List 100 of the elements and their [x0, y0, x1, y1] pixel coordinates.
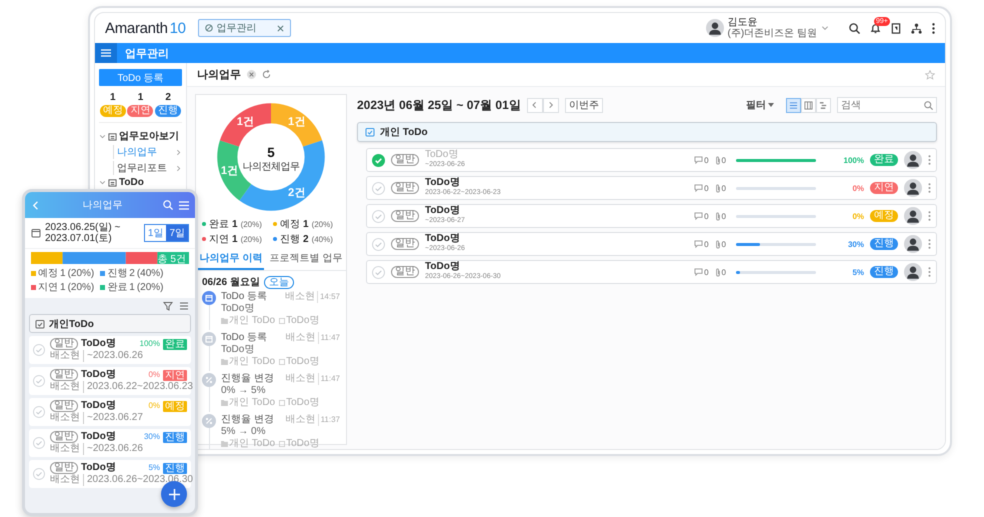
- type-badge: 일반: [391, 154, 419, 166]
- author-name: 배소현: [50, 443, 84, 455]
- activity-time: 14:57: [316, 291, 340, 303]
- legend-percent: (20%): [68, 282, 94, 292]
- search-field[interactable]: 검색: [837, 97, 937, 113]
- comment-icon: [694, 212, 704, 220]
- type-badge: 일반: [50, 431, 78, 443]
- logo-version: 10: [170, 20, 186, 36]
- next-button[interactable]: [542, 98, 559, 112]
- avatar-icon: [904, 179, 922, 197]
- comment-count: 0: [704, 156, 709, 164]
- refresh-icon[interactable]: [262, 70, 271, 79]
- group-header[interactable]: 개인ToDo: [29, 314, 191, 333]
- legend-count: 1: [303, 218, 309, 230]
- status-badge: 예정: [163, 400, 187, 412]
- check-circle-icon[interactable]: [372, 154, 385, 166]
- progress-percent: 0%: [148, 369, 160, 381]
- menu-button[interactable]: [95, 43, 117, 63]
- author-name: 배소현: [50, 412, 84, 424]
- close-icon[interactable]: [276, 24, 284, 32]
- legend-count: 1: [232, 234, 238, 244]
- chevron-icon: [175, 164, 182, 172]
- check-circle-icon[interactable]: [33, 437, 45, 449]
- search-icon[interactable]: [849, 22, 860, 34]
- group-header[interactable]: 개인 ToDo: [357, 122, 937, 142]
- check-circle-icon[interactable]: [33, 468, 45, 480]
- menu-icon[interactable]: [179, 200, 189, 210]
- status-badge: 예정: [870, 210, 898, 222]
- slice-label: 1건: [288, 116, 306, 128]
- activity-title: 진행율 변경: [221, 373, 274, 385]
- close-icon[interactable]: [247, 70, 256, 79]
- range-toggle[interactable]: 7일: [166, 225, 188, 241]
- calendar-icon: [202, 291, 216, 305]
- chevron-right-icon: [546, 101, 555, 109]
- list-view-button[interactable]: [786, 98, 801, 112]
- author-name: 배소현: [286, 332, 316, 344]
- check-circle-icon[interactable]: [372, 210, 385, 222]
- logo-text: Amaranth: [105, 20, 168, 36]
- activity-time: 11:37: [318, 414, 340, 426]
- activity-detail: ToDo명: [221, 344, 256, 356]
- check-circle-icon[interactable]: [372, 266, 385, 278]
- todo-card[interactable]: 일반 ToDo명 0% 지연 배소현 2023.06.22~2023.06.23: [29, 367, 191, 395]
- org-chart-icon[interactable]: [911, 22, 922, 34]
- activity-title: ToDo 등록: [221, 332, 268, 344]
- filter-dropdown[interactable]: 필터: [740, 97, 780, 113]
- check-circle-icon[interactable]: [33, 344, 45, 356]
- previous-button[interactable]: [526, 98, 543, 112]
- chevron-left-icon: [530, 101, 539, 109]
- legend-label: 완료: [209, 218, 229, 231]
- status-badge: 진행: [870, 238, 898, 250]
- status-badge: 완료: [163, 338, 187, 350]
- todo-card[interactable]: 일반 ToDo명 30% 진행 배소현 ~2023.06.26: [29, 429, 191, 457]
- slice-label: 1건: [220, 165, 238, 178]
- todo-card[interactable]: 일반 ToDo명 5% 진행 배소현 2023.06.26~2023.06.30: [29, 460, 191, 488]
- legend-count: 1: [129, 282, 135, 292]
- status-badge: 지연: [163, 370, 187, 380]
- tree-item[interactable]: 나의업무: [113, 145, 182, 159]
- attachment-count: 0: [722, 212, 726, 220]
- check-circle-icon[interactable]: [372, 182, 385, 194]
- todo-title: ToDo명: [81, 369, 117, 381]
- todo-title: ToDo명: [425, 150, 460, 160]
- star-icon[interactable]: [925, 70, 935, 80]
- tree-item[interactable]: ToDo: [119, 177, 144, 188]
- project-name: 개인 ToDo: [229, 397, 276, 409]
- percent-icon: [202, 373, 216, 387]
- history-tab[interactable]: 프로젝트별 업무: [268, 248, 344, 270]
- filter-icon[interactable]: [163, 301, 173, 311]
- board-view-button[interactable]: [801, 98, 816, 112]
- tree-item[interactable]: 업무모아보기: [119, 129, 179, 143]
- type-badge: 일반: [50, 369, 78, 381]
- todo-title: ToDo명: [425, 206, 461, 216]
- tree-item[interactable]: 업무리포트: [113, 161, 182, 175]
- paperclip-icon: [714, 212, 721, 220]
- todo-title: ToDo명: [425, 178, 461, 188]
- window-tab[interactable]: 업무관리: [198, 19, 291, 37]
- check-circle-icon[interactable]: [372, 238, 385, 250]
- type-badge: 일반: [391, 182, 419, 194]
- legend-label: 진행: [280, 233, 300, 246]
- stat-count: 1: [110, 92, 116, 103]
- todo-name: ToDo명: [286, 356, 320, 368]
- check-circle-icon[interactable]: [33, 406, 45, 418]
- todo-card[interactable]: 일반 ToDo명 100% 완료 배소현 ~2023.06.26: [29, 336, 191, 364]
- menu-icon: [101, 49, 111, 57]
- avatar-icon: [904, 151, 922, 169]
- check-circle-icon[interactable]: [33, 375, 45, 387]
- progress-percent: 30%: [846, 240, 864, 248]
- todo-title: ToDo명: [81, 462, 117, 474]
- legend-label: 예정: [38, 267, 58, 280]
- progress-percent: 100%: [842, 156, 864, 164]
- author-name: 배소현: [50, 350, 84, 362]
- add-button[interactable]: [161, 481, 187, 507]
- project-name: 개인 ToDo: [229, 356, 276, 368]
- comment-count: 0: [704, 184, 709, 192]
- legend-percent: (20%): [68, 268, 94, 278]
- bell-icon[interactable]: [870, 22, 881, 34]
- list-icon[interactable]: [179, 301, 189, 311]
- more-icon[interactable]: [932, 22, 935, 34]
- todo-card[interactable]: 일반 ToDo명 0% 예정 배소현 ~2023.06.27: [29, 398, 191, 426]
- this-week-button[interactable]: 이번주: [564, 98, 603, 112]
- gantt-view-button[interactable]: [816, 98, 831, 112]
